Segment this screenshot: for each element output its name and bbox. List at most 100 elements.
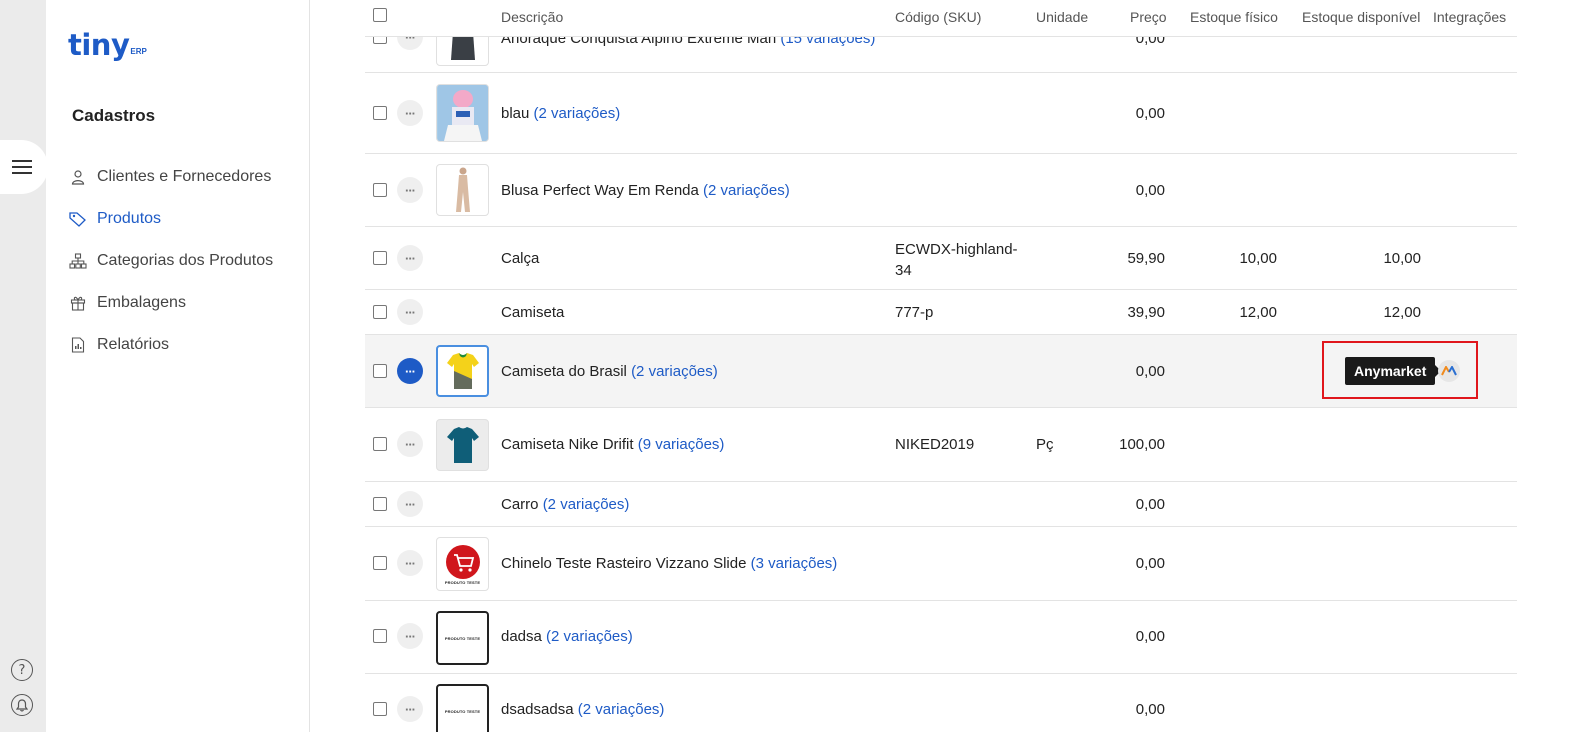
user-icon	[68, 167, 88, 187]
hamburger-icon	[12, 160, 32, 174]
product-sku: ECWDX-highland- 34	[895, 239, 1018, 281]
row-checkbox[interactable]	[373, 556, 387, 570]
hierarchy-icon	[68, 251, 88, 271]
product-name-link[interactable]: Chinelo Teste Rasteiro Vizzano Slide	[501, 555, 746, 572]
row-actions-button[interactable]: ···	[397, 623, 423, 649]
product-name-link[interactable]: Carro	[501, 496, 539, 513]
sidebar-item-clientes[interactable]: Clientes e Fornecedores	[68, 156, 273, 198]
header-integracoes[interactable]: Integrações	[1433, 9, 1506, 25]
row-checkbox[interactable]	[373, 106, 387, 120]
row-checkbox[interactable]	[373, 497, 387, 511]
product-name-link[interactable]: dadsa	[501, 628, 542, 645]
variations-link[interactable]: (2 variações)	[534, 105, 621, 122]
highlight-box: Anymarket	[1322, 341, 1478, 399]
product-thumbnail[interactable]	[436, 345, 489, 397]
variations-link[interactable]: (3 variações)	[751, 555, 838, 572]
select-all-checkbox[interactable]	[373, 8, 387, 22]
product-sku-line: ECWDX-highland-	[895, 241, 1018, 258]
product-name-link[interactable]: Calça	[501, 250, 539, 267]
row-checkbox[interactable]	[373, 437, 387, 451]
logo[interactable]: tiny ERP	[68, 28, 147, 62]
logo-text: tiny	[68, 28, 130, 62]
variations-link[interactable]: (2 variações)	[543, 496, 630, 513]
product-thumbnail[interactable]	[436, 84, 489, 142]
row-actions-button[interactable]: ···	[397, 431, 423, 457]
product-description: dsadsadsa (2 variações)	[501, 701, 664, 718]
variations-link[interactable]: (9 variações)	[638, 436, 725, 453]
table-row[interactable]: ··· Camiseta Nike Drifit (9 variações) N…	[365, 408, 1517, 482]
product-thumbnail[interactable]: PRODUTO TESTE	[436, 537, 489, 591]
product-unidade: Pç	[1036, 436, 1054, 453]
row-actions-button[interactable]: ···	[397, 177, 423, 203]
row-actions-button[interactable]: ···	[397, 491, 423, 517]
product-price: 0,00	[1135, 628, 1165, 645]
sidebar-item-embalagens[interactable]: Embalagens	[68, 282, 273, 324]
sidebar: tiny ERP Cadastros Clientes e Fornecedor…	[46, 0, 310, 732]
hamburger-menu-button[interactable]	[0, 140, 48, 194]
row-checkbox[interactable]	[373, 629, 387, 643]
table-row[interactable]: ··· blau (2 variações) 0,00	[365, 73, 1517, 154]
row-checkbox[interactable]	[373, 251, 387, 265]
sidebar-item-categorias[interactable]: Categorias dos Produtos	[68, 240, 273, 282]
product-description: Camiseta Nike Drifit (9 variações)	[501, 436, 724, 453]
product-thumbnail[interactable]: PRODUTO TESTE	[436, 684, 489, 732]
header-estoque-disponivel[interactable]: Estoque disponível	[1302, 9, 1420, 25]
row-actions-button[interactable]: ···	[397, 696, 423, 722]
product-price: 0,00	[1135, 363, 1165, 380]
row-actions-button[interactable]: ···	[397, 550, 423, 576]
header-descricao[interactable]: Descrição	[501, 9, 563, 25]
anymarket-integration-icon[interactable]	[1438, 360, 1460, 382]
row-checkbox[interactable]	[373, 305, 387, 319]
table-row[interactable]: ··· Blusa Perfect Way Em Renda (2 variaç…	[365, 154, 1517, 227]
table-header: Descrição Código (SKU) Unidade Preço Est…	[365, 0, 1517, 37]
product-thumbnail[interactable]	[436, 419, 489, 471]
product-description: Camiseta do Brasil (2 variações)	[501, 363, 718, 380]
product-name-link[interactable]: Camiseta Nike Drifit	[501, 436, 634, 453]
row-checkbox[interactable]	[373, 183, 387, 197]
product-price: 0,00	[1135, 555, 1165, 572]
logo-sub-text: ERP	[130, 47, 147, 56]
variations-link[interactable]: (2 variações)	[631, 363, 718, 380]
variations-link[interactable]: (2 variações)	[578, 701, 665, 718]
product-name-link[interactable]: Blusa Perfect Way Em Renda	[501, 182, 699, 199]
product-thumbnail[interactable]: PRODUTO TESTE	[436, 611, 489, 665]
table-row[interactable]: ··· PRODUTO TESTE Chinelo Teste Rasteiro…	[365, 527, 1517, 601]
sidebar-item-produtos[interactable]: Produtos	[68, 198, 273, 240]
help-icon[interactable]: ?	[11, 659, 33, 681]
bell-icon[interactable]	[11, 694, 33, 716]
product-name-link[interactable]: blau	[501, 105, 529, 122]
header-estoque-fisico[interactable]: Estoque físico	[1190, 9, 1278, 25]
product-price: 0,00	[1135, 182, 1165, 199]
header-unidade[interactable]: Unidade	[1036, 9, 1088, 25]
gift-icon	[68, 293, 88, 313]
sidebar-nav: Clientes e Fornecedores Produtos Categor…	[68, 156, 273, 366]
sidebar-item-relatorios[interactable]: Relatórios	[68, 324, 273, 366]
product-name-link[interactable]: Camiseta do Brasil	[501, 363, 627, 380]
product-name-link[interactable]: Camiseta	[501, 304, 564, 321]
table-row[interactable]: ··· PRODUTO TESTE dsadsadsa (2 variações…	[365, 674, 1517, 732]
row-checkbox[interactable]	[373, 702, 387, 716]
table-row[interactable]: ··· Calça ECWDX-highland- 34 59,90 10,00…	[365, 227, 1517, 290]
product-price: 39,90	[1127, 304, 1165, 321]
sidebar-item-label: Categorias dos Produtos	[97, 252, 274, 269]
header-preco[interactable]: Preço	[1130, 9, 1167, 25]
product-name-link[interactable]: dsadsadsa	[501, 701, 574, 718]
product-description: blau (2 variações)	[501, 105, 620, 122]
row-checkbox[interactable]	[373, 364, 387, 378]
header-sku[interactable]: Código (SKU)	[895, 9, 981, 25]
table-row[interactable]: ··· Camiseta do Brasil (2 variações) 0,0…	[365, 335, 1517, 408]
table-row[interactable]: ··· Carro (2 variações) 0,00	[365, 482, 1517, 527]
row-actions-button[interactable]: ···	[397, 100, 423, 126]
table-row[interactable]: ··· PRODUTO TESTE dadsa (2 variações) 0,…	[365, 601, 1517, 674]
table-row[interactable]: ··· Camiseta 777-p 39,90 12,00 12,00	[365, 290, 1517, 335]
product-estoque-fisico: 10,00	[1239, 250, 1277, 267]
variations-link[interactable]: (2 variações)	[703, 182, 790, 199]
product-price: 59,90	[1127, 250, 1165, 267]
row-actions-button[interactable]: ···	[397, 299, 423, 325]
row-actions-button[interactable]: ···	[397, 358, 423, 384]
row-actions-button[interactable]: ···	[397, 245, 423, 271]
section-title: Cadastros	[72, 106, 156, 125]
variations-link[interactable]: (2 variações)	[546, 628, 633, 645]
product-thumbnail[interactable]	[436, 164, 489, 216]
products-table: Descrição Código (SKU) Unidade Preço Est…	[311, 0, 1578, 732]
